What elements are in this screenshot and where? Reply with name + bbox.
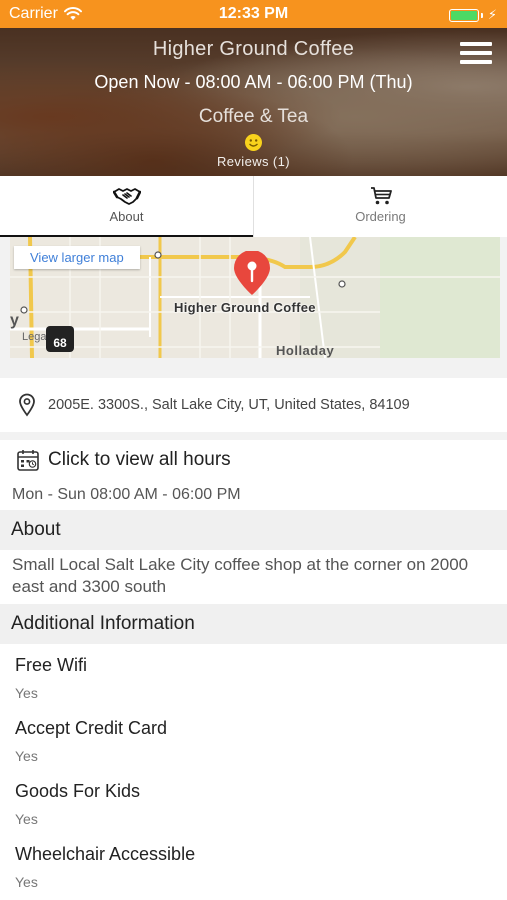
map-edge-letter: y [10,312,19,329]
info-item: Accept Credit Card Yes [15,718,167,764]
handshake-icon [112,188,141,205]
route-shield-number: 68 [53,336,67,350]
info-item: Free Wifi Yes [15,655,87,701]
additional-info-heading: Additional Information [11,613,195,634]
map-view[interactable]: View larger map Higher Ground Coffee Hol… [10,237,500,358]
view-larger-map-link[interactable]: View larger map [14,246,140,269]
status-bar: Carrier 12:33 PM ⚡ [0,0,507,28]
map-area-label: Holladay [276,343,335,358]
reviews-link[interactable]: Reviews (1) [0,154,507,169]
cart-icon [370,187,392,205]
info-label: Wheelchair Accessible [15,844,196,864]
route-shield-icon: 68 [46,326,74,352]
info-value: Yes [15,748,38,764]
store-header: Higher Ground Coffee Open Now - 08:00 AM… [0,28,507,176]
view-all-hours-button[interactable]: Click to view all hours [0,440,507,480]
charging-bolt-icon: ⚡ [487,7,497,22]
section-divider [0,432,507,440]
info-label: Accept Credit Card [15,718,168,738]
info-value: Yes [15,811,38,827]
store-title: Higher Ground Coffee [152,38,355,60]
address-text: 2005E. 3300S., Salt Lake City, UT, Unite… [48,397,410,413]
menu-icon[interactable] [460,42,492,64]
map-legal-link[interactable]: Legal [22,331,49,343]
about-description: Small Local Salt Lake City coffee shop a… [12,555,469,596]
location-pin-icon [19,393,35,417]
address-row[interactable]: 2005E. 3300S., Salt Lake City, UT, Unite… [0,378,507,432]
map-place-label: Higher Ground Coffee [174,300,316,315]
status-time: 12:33 PM [218,5,289,22]
about-heading: About [11,519,61,540]
view-all-hours-label: Click to view all hours [48,449,231,470]
tab-bar: About Ordering [0,176,507,238]
info-item: Wheelchair Accessible Yes [15,844,195,890]
info-value: Yes [15,685,38,701]
tab-ordering-label: Ordering [355,209,406,224]
tab-about[interactable]: About [0,176,253,238]
hours-detail: Mon - Sun 08:00 AM - 06:00 PM [12,486,241,503]
info-item: Goods For Kids Yes [15,781,140,827]
battery-icon: ⚡ [448,7,497,23]
map-section: View larger map Higher Ground Coffee Hol… [0,237,507,378]
about-section-header: About [0,510,507,550]
tab-ordering[interactable]: Ordering [253,176,507,237]
info-label: Goods For Kids [15,781,141,801]
store-category: Coffee & Tea [198,106,309,127]
open-hours-banner: Open Now - 08:00 AM - 06:00 PM (Thu) [94,72,413,92]
additional-info-header: Additional Information [0,604,507,644]
info-label: Free Wifi [15,655,87,675]
tab-about-label: About [109,209,144,224]
calendar-icon [17,450,39,471]
info-value: Yes [15,874,38,890]
smiley-icon[interactable] [245,134,262,151]
